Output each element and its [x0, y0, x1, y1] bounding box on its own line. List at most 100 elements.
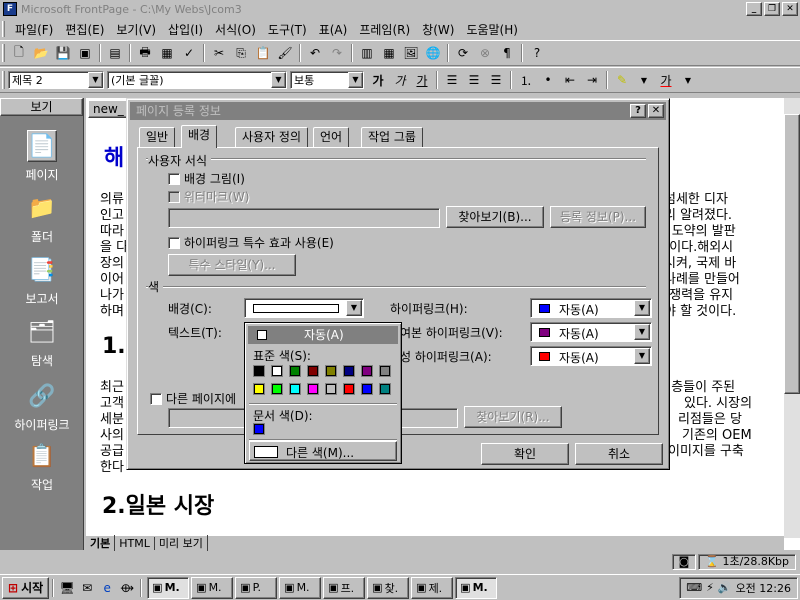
view-reports[interactable]: 📑 보고서	[0, 254, 84, 307]
hyperlink-color-select[interactable]: 자동(A) ▼	[530, 298, 652, 318]
paste-icon[interactable]: 📋	[252, 42, 274, 64]
cancel-button[interactable]: 취소	[575, 443, 663, 465]
color-swatch-option[interactable]	[289, 365, 301, 377]
ok-button[interactable]: 확인	[481, 443, 569, 465]
toolbar-grip[interactable]	[2, 44, 5, 62]
spelling-icon[interactable]: ✓	[178, 42, 200, 64]
close-button[interactable]: ✕	[782, 2, 798, 16]
preview-icon[interactable]: ▦	[156, 42, 178, 64]
chevron-down-icon[interactable]: ▼	[88, 72, 103, 88]
dialog-close-button[interactable]: ✕	[648, 104, 664, 118]
register-info-button[interactable]: 등록 정보(P)...	[550, 206, 646, 228]
visited-hyperlink-select[interactable]: 자동(A) ▼	[530, 322, 652, 342]
tab-general[interactable]: 일반	[139, 127, 176, 147]
desktop-icon[interactable]: 🖥	[57, 578, 77, 598]
font-select[interactable]: (기본 글꼴) ▼	[107, 71, 287, 89]
color-swatch-option[interactable]	[289, 383, 301, 395]
network-icon[interactable]: ⚡	[706, 581, 714, 594]
view-page[interactable]: 📄 페이지	[0, 130, 84, 183]
folder-list-icon[interactable]: ▤	[104, 42, 126, 64]
publish-icon[interactable]: ▣	[74, 42, 96, 64]
color-swatch-option[interactable]	[325, 365, 337, 377]
task-button[interactable]: ▣ 제.	[411, 576, 454, 599]
tab-background[interactable]: 배경	[181, 125, 218, 148]
menu-edit[interactable]: 편집(E)	[59, 19, 110, 40]
task-button[interactable]: ▣ M.	[455, 576, 498, 599]
maximize-button[interactable]: ❐	[764, 2, 780, 16]
hyperlink-icon[interactable]: 🌐	[422, 42, 444, 64]
open-folder-icon[interactable]: 📂	[30, 42, 52, 64]
task-button[interactable]: ▣ M.	[147, 576, 190, 599]
color-swatch-option[interactable]	[307, 365, 319, 377]
save-icon[interactable]: 💾	[52, 42, 74, 64]
cut-icon[interactable]: ✂	[208, 42, 230, 64]
underline-button[interactable]: 가	[411, 69, 433, 91]
menu-file[interactable]: 파일(F)	[9, 19, 59, 40]
menu-grip[interactable]	[2, 21, 5, 37]
tab-workgroup[interactable]: 작업 그룹	[361, 127, 423, 147]
task-button[interactable]: ▣ M.	[279, 576, 322, 599]
tab-normal[interactable]: 기본	[86, 535, 116, 551]
view-hyperlinks[interactable]: 🔗 하이퍼링크	[0, 380, 84, 433]
chevron-down-icon[interactable]: ▼	[634, 348, 650, 364]
task-button[interactable]: ▣ P.	[235, 576, 278, 599]
menu-frames[interactable]: 프레임(R)	[353, 19, 416, 40]
menu-insert[interactable]: 삽입(I)	[162, 19, 209, 40]
task-button[interactable]: ▣ 찾.	[367, 576, 410, 599]
task-button[interactable]: ▣ 프.	[323, 576, 366, 599]
highlight-icon[interactable]: ✎	[611, 69, 633, 91]
format-painter-icon[interactable]: 🖌	[274, 42, 296, 64]
color-swatch-option[interactable]	[271, 365, 283, 377]
color-swatch-option[interactable]	[307, 383, 319, 395]
tab-preview[interactable]: 미리 보기	[155, 535, 208, 551]
style-select[interactable]: 제목 2 ▼	[8, 71, 104, 89]
print-icon[interactable]: 🖶	[134, 42, 156, 64]
scrollbar-thumb[interactable]	[784, 114, 800, 394]
special-style-button[interactable]: 특수 스타일(Y)...	[168, 254, 296, 276]
dialog-title-bar[interactable]: 페이지 등록 정보 ? ✕	[130, 102, 666, 120]
help-button[interactable]: ?	[630, 104, 646, 118]
vertical-scrollbar[interactable]	[784, 98, 800, 538]
chevron-down-icon[interactable]: ▼	[634, 324, 650, 340]
other-color-button[interactable]: 다른 색(M)...	[249, 441, 397, 461]
browse-button[interactable]: 찾아보기(B)...	[446, 206, 544, 228]
chevron-down-icon[interactable]: ▼	[346, 300, 362, 316]
decrease-indent-icon[interactable]: ⇤	[559, 69, 581, 91]
internet-explorer-icon[interactable]: e	[97, 578, 117, 598]
color-swatch-option[interactable]	[271, 383, 283, 395]
bold-button[interactable]: 가	[367, 69, 389, 91]
volume-icon[interactable]: 🔊	[718, 581, 732, 594]
active-hyperlink-select[interactable]: 자동(A) ▼	[530, 346, 652, 366]
increase-indent-icon[interactable]: ⇥	[581, 69, 603, 91]
tab-html[interactable]: HTML	[115, 536, 155, 550]
clock[interactable]: 오전 12:26	[736, 580, 791, 596]
menu-format[interactable]: 서식(O)	[209, 19, 262, 40]
channels-icon[interactable]: ⟴	[117, 578, 137, 598]
refresh-icon[interactable]: ⟳	[452, 42, 474, 64]
view-folders[interactable]: 📁 폴더	[0, 192, 84, 245]
menu-view[interactable]: 보기(V)	[110, 19, 162, 40]
align-left-icon[interactable]: ☰	[441, 69, 463, 91]
italic-button[interactable]: 가	[389, 69, 411, 91]
stop-icon[interactable]: ⊗	[474, 42, 496, 64]
align-right-icon[interactable]: ☰	[485, 69, 507, 91]
browse-other-button[interactable]: 찾아보기(R)...	[464, 406, 562, 428]
checkbox-box[interactable]	[168, 190, 180, 203]
show-all-icon[interactable]: ¶	[496, 42, 518, 64]
color-swatch-option[interactable]	[253, 365, 265, 377]
view-tasks[interactable]: 📋 작업	[0, 440, 84, 493]
chevron-down-icon[interactable]: ▼	[348, 72, 363, 88]
color-swatch-option[interactable]	[361, 365, 373, 377]
document-color-swatch[interactable]	[253, 423, 265, 435]
tab-custom[interactable]: 사용자 정의	[235, 127, 309, 147]
checkbox-box[interactable]	[168, 236, 180, 249]
redo-icon[interactable]: ↷	[326, 42, 348, 64]
insert-table-icon[interactable]: ▦	[378, 42, 400, 64]
chevron-down-icon[interactable]: ▼	[677, 69, 699, 91]
size-select[interactable]: 보통 ▼	[290, 71, 364, 89]
chevron-down-icon[interactable]: ▼	[633, 69, 655, 91]
menu-tools[interactable]: 도구(T)	[262, 19, 313, 40]
ime-icon[interactable]: ⌨	[686, 581, 702, 594]
toolbar-grip[interactable]	[2, 71, 5, 89]
other-page-checkbox[interactable]: 다른 페이지에	[150, 390, 236, 407]
